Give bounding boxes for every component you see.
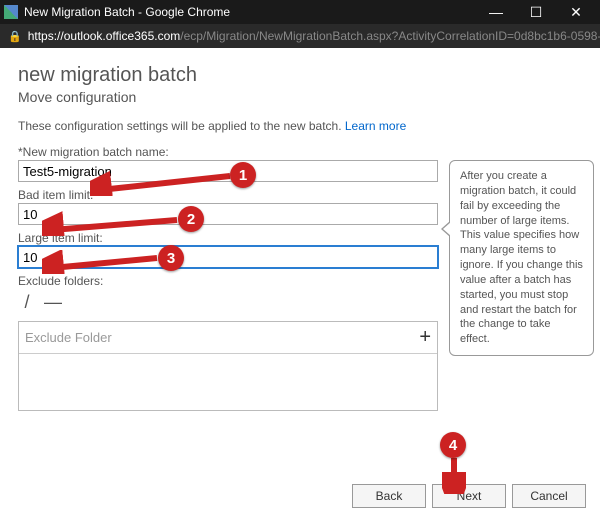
exclude-folder-box: Exclude Folder + bbox=[18, 321, 438, 411]
window-minimize[interactable]: — bbox=[476, 4, 516, 20]
remove-icon[interactable]: — bbox=[44, 292, 62, 313]
address-bar[interactable]: 🔒 https://outlook.office365.com /ecp/Mig… bbox=[0, 24, 600, 48]
annotation-arrow-1 bbox=[90, 166, 235, 196]
annotation-badge-1: 1 bbox=[230, 162, 256, 188]
address-path: /ecp/Migration/NewMigrationBatch.aspx?Ac… bbox=[180, 29, 600, 43]
window-close[interactable]: ✕ bbox=[556, 4, 596, 21]
page-subtitle: Move configuration bbox=[18, 89, 582, 105]
large-item-tooltip: After you create a migration batch, it c… bbox=[449, 160, 594, 356]
annotation-arrow-4 bbox=[442, 456, 466, 494]
page-description-text: These configuration settings will be app… bbox=[18, 119, 345, 133]
edit-icon[interactable]: / bbox=[18, 292, 36, 313]
window-favicon bbox=[4, 5, 18, 19]
address-host: https://outlook.office365.com bbox=[28, 29, 181, 43]
annotation-badge-4: 4 bbox=[440, 432, 466, 458]
lock-icon: 🔒 bbox=[8, 30, 22, 43]
learn-more-link[interactable]: Learn more bbox=[345, 119, 406, 133]
wizard-buttons: Back Next Cancel bbox=[352, 484, 586, 508]
tooltip-text: After you create a migration batch, it c… bbox=[460, 170, 583, 345]
page-heading: new migration batch bbox=[18, 64, 582, 87]
batch-name-label: *New migration batch name: bbox=[18, 145, 438, 159]
annotation-badge-3: 3 bbox=[158, 245, 184, 271]
back-button[interactable]: Back bbox=[352, 484, 426, 508]
cancel-button[interactable]: Cancel bbox=[512, 484, 586, 508]
annotation-arrow-2 bbox=[42, 210, 182, 236]
page-description: These configuration settings will be app… bbox=[18, 119, 582, 133]
window-title: New Migration Batch - Google Chrome bbox=[24, 5, 476, 19]
window-titlebar: New Migration Batch - Google Chrome — ☐ … bbox=[0, 0, 600, 24]
exclude-folder-placeholder: Exclude Folder bbox=[25, 330, 112, 345]
add-folder-icon[interactable]: + bbox=[419, 326, 431, 349]
window-maximize[interactable]: ☐ bbox=[516, 4, 556, 21]
exclude-label: Exclude folders: bbox=[18, 274, 438, 288]
annotation-arrow-3 bbox=[42, 250, 162, 274]
annotation-badge-2: 2 bbox=[178, 206, 204, 232]
